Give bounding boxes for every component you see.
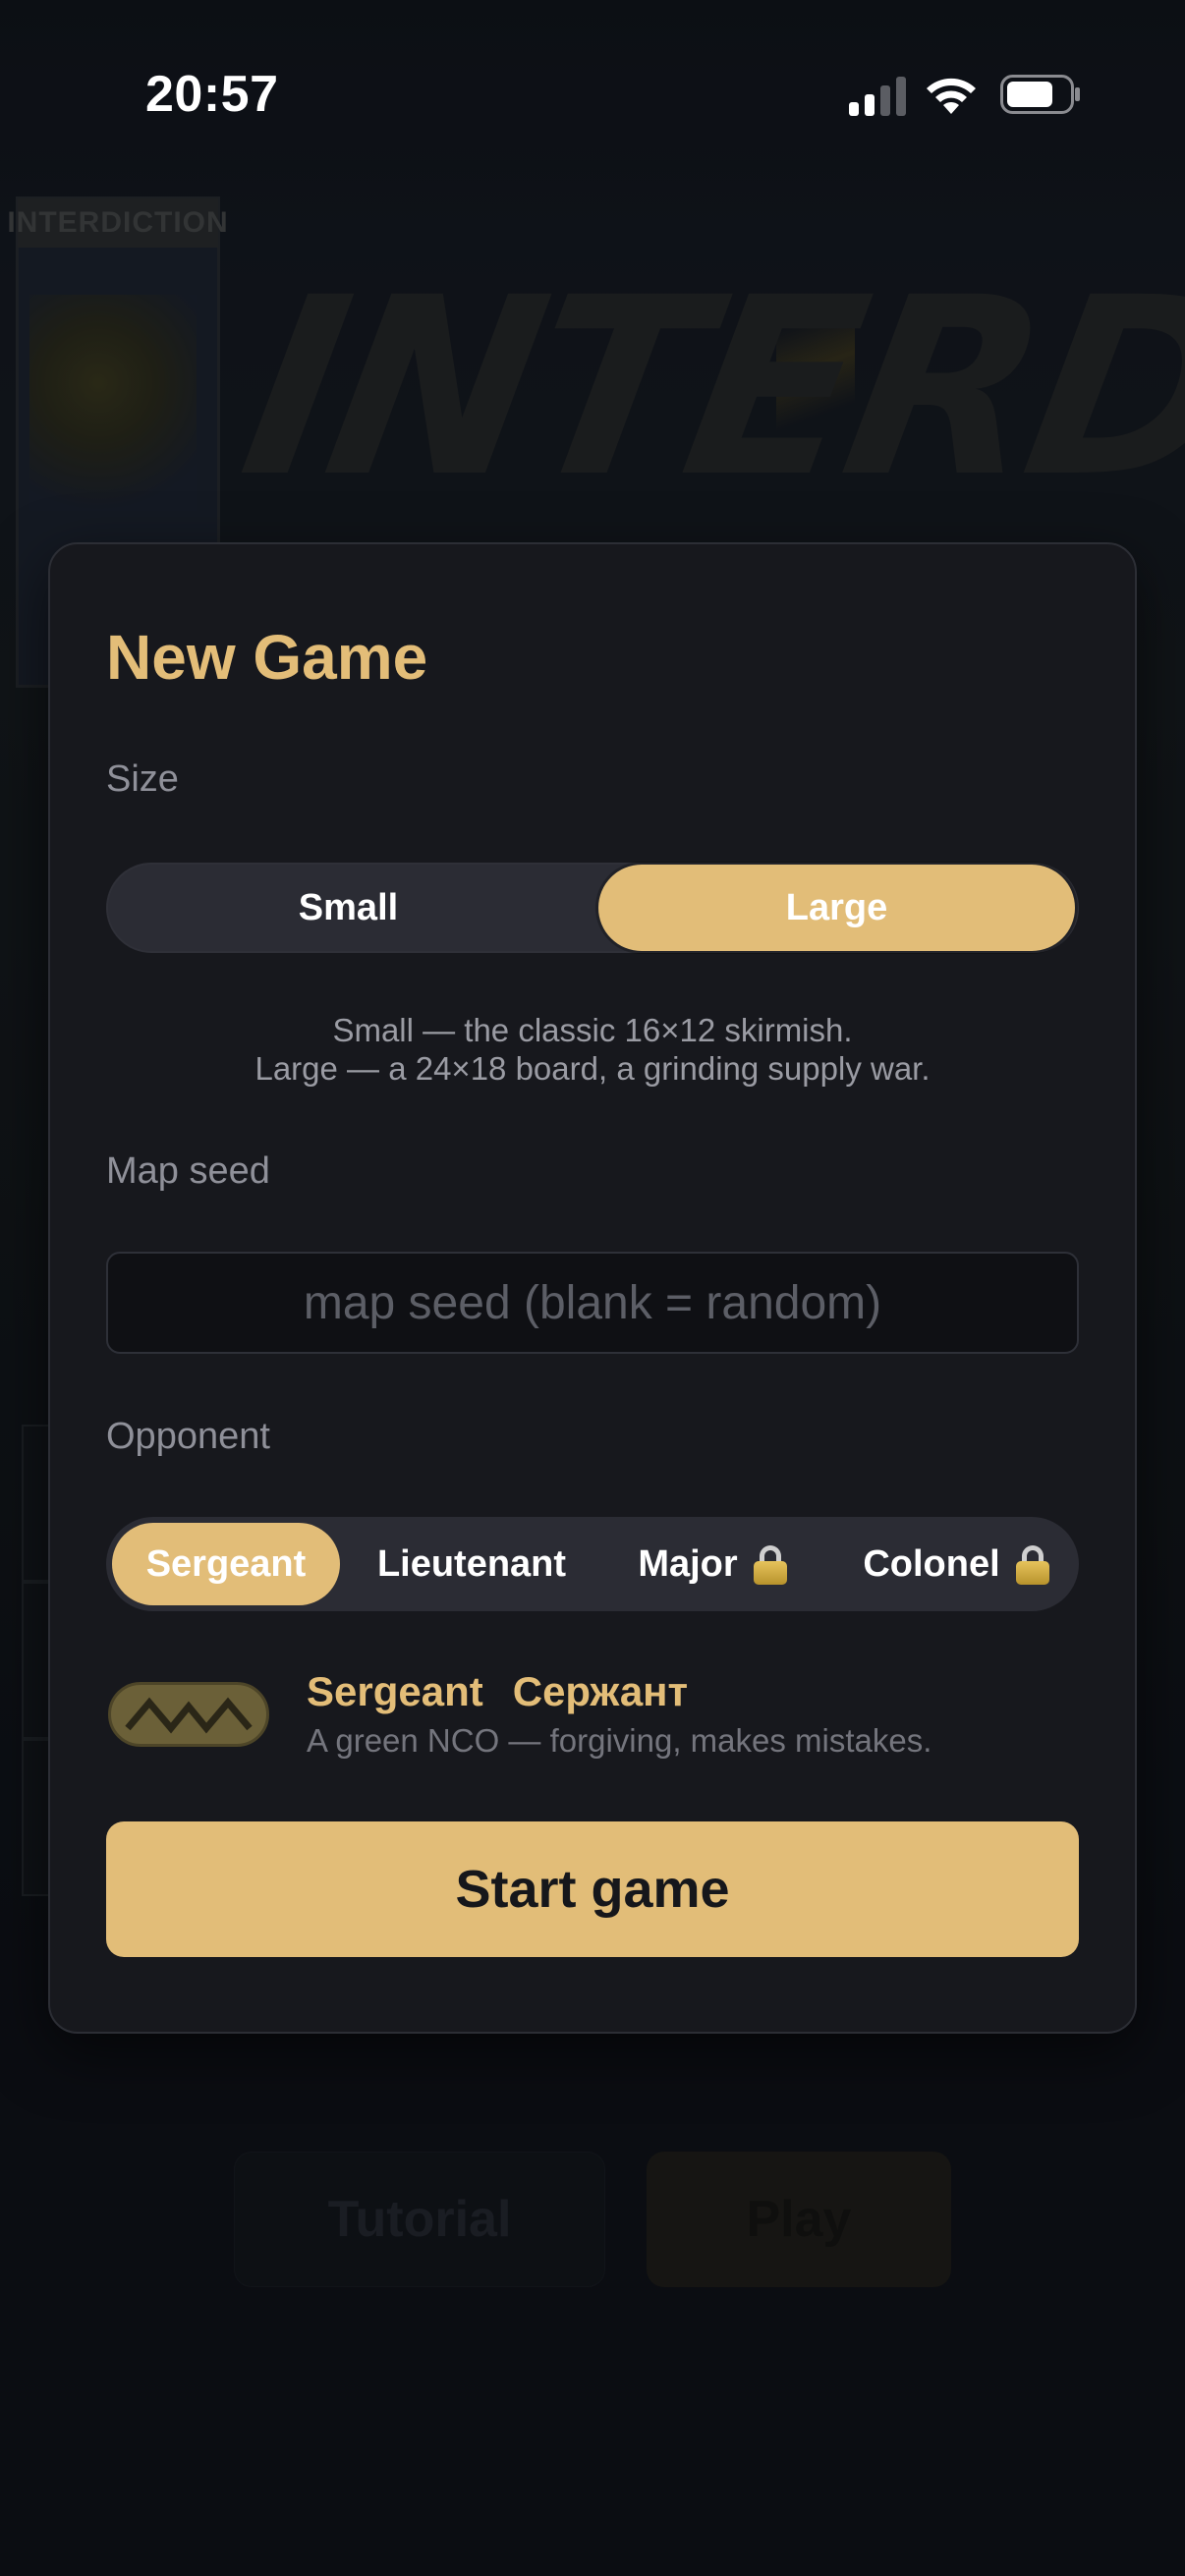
- opponent-option-label: Major: [638, 1542, 738, 1585]
- rank-description: A green NCO — forgiving, makes mistakes.: [307, 1722, 932, 1759]
- rank-name-ru: Сержант: [512, 1668, 689, 1714]
- chevron-zigzag-icon: [125, 1697, 253, 1734]
- map-seed-label: Map seed: [106, 1150, 270, 1192]
- start-game-button[interactable]: Start game: [106, 1821, 1079, 1957]
- battery-icon: [1000, 75, 1080, 114]
- sergeant-chevron-badge-icon: [108, 1682, 269, 1747]
- map-seed-input[interactable]: [106, 1252, 1079, 1354]
- lock-icon: [1015, 1545, 1049, 1585]
- cellular-signal-icon: [849, 77, 906, 116]
- wifi-icon: [927, 78, 976, 114]
- screen: INTERDICTION INTERDICTION Tutorial Play …: [0, 0, 1185, 2576]
- size-description-small: Small — the classic 16×12 skirmish.: [332, 1012, 853, 1048]
- lock-icon: [753, 1545, 787, 1585]
- opponent-option-label: Lieutenant: [376, 1542, 567, 1585]
- size-option-small[interactable]: Small: [110, 865, 587, 951]
- opponent-option-label: Colonel: [863, 1542, 1000, 1585]
- opponent-option-label: Sergeant: [145, 1542, 307, 1585]
- opponent-option-sergeant[interactable]: Sergeant: [112, 1523, 340, 1605]
- rank-name: Sergeant Сержант: [307, 1668, 688, 1715]
- opponent-option-lieutenant[interactable]: Lieutenant: [354, 1523, 590, 1605]
- size-description-large: Large — a 24×18 board, a grinding supply…: [254, 1050, 931, 1087]
- dialog-title: New Game: [106, 622, 428, 693]
- size-label: Size: [106, 758, 179, 800]
- rank-name-en: Sergeant: [307, 1668, 483, 1714]
- opponent-option-colonel[interactable]: Colonel: [841, 1523, 1071, 1605]
- opponent-option-major[interactable]: Major: [609, 1523, 816, 1605]
- status-time: 20:57: [145, 66, 279, 123]
- opponent-label: Opponent: [106, 1416, 270, 1457]
- size-option-large[interactable]: Large: [598, 865, 1075, 951]
